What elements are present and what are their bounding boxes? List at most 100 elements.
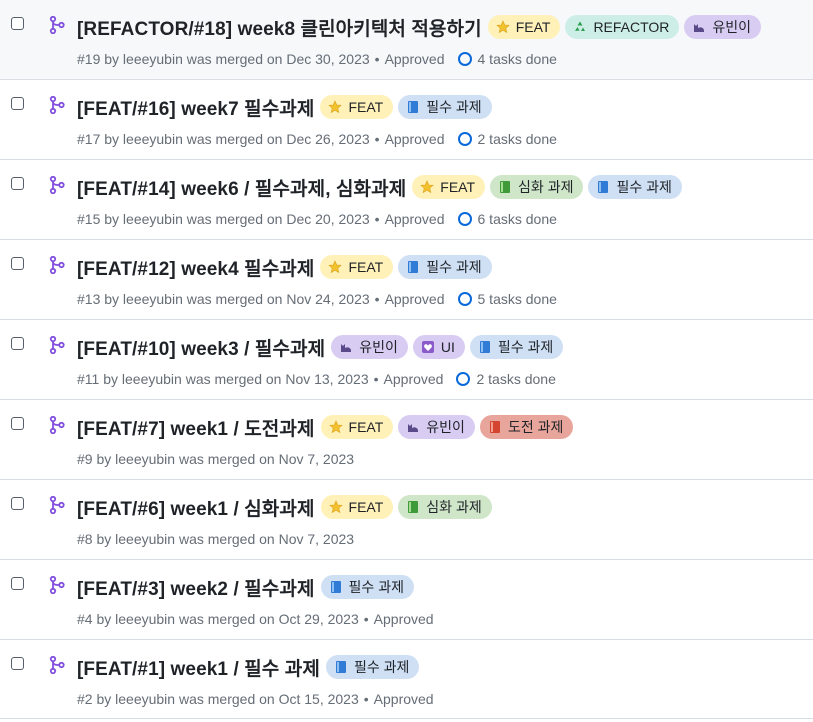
- label-text: 심화 과제: [426, 499, 482, 515]
- select-checkbox[interactable]: [11, 497, 24, 510]
- task-progress-icon: [456, 372, 471, 386]
- pr-title-line: [FEAT/#14] week6 / 필수과제, 심화과제 FEAT 심화 과제…: [77, 172, 805, 202]
- label-yubin[interactable]: 유빈이: [684, 15, 762, 39]
- pr-merged-info: by leeeyubin was merged on Oct 29, 2023: [96, 611, 359, 627]
- label-ui[interactable]: UI: [412, 335, 465, 359]
- select-checkbox[interactable]: [11, 17, 24, 30]
- pr-number: #15: [77, 211, 101, 227]
- pull-request-row[interactable]: [FEAT/#6] week1 / 심화과제 FEAT 심화 과제 #8 by …: [0, 480, 813, 560]
- star-icon: [420, 180, 435, 194]
- label-feat[interactable]: FEAT: [320, 255, 394, 279]
- pr-meta: #19 by leeeyubin was merged on Dec 30, 2…: [77, 51, 557, 67]
- pr-title-line: [REFACTOR/#18] week8 클린아키텍처 적용하기 FEAT RE…: [77, 12, 805, 42]
- pr-number: #8: [77, 531, 93, 547]
- blue-book-icon: [406, 260, 420, 274]
- git-merge-icon: [49, 495, 65, 515]
- pr-title-link[interactable]: [FEAT/#3] week2 / 필수과제: [77, 574, 315, 601]
- git-merge-icon: [49, 335, 65, 355]
- label-challenge[interactable]: 도전 과제: [479, 415, 574, 439]
- pr-title-link[interactable]: [FEAT/#7] week1 / 도전과제: [77, 414, 315, 441]
- label-yubin[interactable]: 유빈이: [331, 335, 408, 359]
- green-book-icon: [498, 180, 512, 194]
- label-advanced[interactable]: 심화 과제: [398, 495, 492, 519]
- label-feat[interactable]: FEAT: [487, 15, 561, 39]
- label-feat[interactable]: FEAT: [320, 495, 394, 519]
- task-progress: 4 tasks done: [455, 51, 557, 67]
- review-status[interactable]: Approved: [385, 51, 445, 67]
- label-text: FEAT: [348, 499, 384, 515]
- task-progress-text: 5 tasks done: [477, 291, 557, 307]
- task-progress-icon: [457, 292, 472, 306]
- select-checkbox[interactable]: [11, 337, 24, 350]
- label-feat[interactable]: FEAT: [412, 175, 486, 199]
- task-progress: 2 tasks done: [455, 131, 557, 147]
- pr-merged-info: by leeeyubin was merged on Dec 26, 2023: [104, 131, 370, 147]
- review-status[interactable]: Approved: [384, 371, 444, 387]
- label-text: 필수 과제: [497, 339, 554, 355]
- label-text: UI: [440, 339, 455, 355]
- review-status[interactable]: Approved: [374, 611, 434, 627]
- pull-request-row[interactable]: [REFACTOR/#18] week8 클린아키텍처 적용하기 FEAT RE…: [0, 0, 813, 80]
- label-required[interactable]: 필수 과제: [469, 335, 564, 359]
- pull-request-row[interactable]: [FEAT/#14] week6 / 필수과제, 심화과제 FEAT 심화 과제…: [0, 160, 813, 240]
- label-feat[interactable]: FEAT: [320, 95, 394, 119]
- pull-request-row[interactable]: [FEAT/#1] week1 / 필수 과제 필수 과제 #2 by leee…: [0, 640, 813, 719]
- label-text: 필수 과제: [616, 179, 672, 195]
- select-checkbox[interactable]: [11, 657, 24, 670]
- pr-merged-info: by leeeyubin was merged on Nov 13, 2023: [103, 371, 369, 387]
- pr-number: #13: [77, 291, 101, 307]
- pull-request-row[interactable]: [FEAT/#12] week4 필수과제 FEAT 필수 과제 #13 by …: [0, 240, 813, 320]
- star-icon: [328, 420, 343, 434]
- pr-number: #4: [77, 611, 93, 627]
- label-text: FEAT: [440, 179, 476, 195]
- label-required[interactable]: 필수 과제: [398, 255, 492, 279]
- select-checkbox[interactable]: [11, 97, 24, 110]
- pr-title-link[interactable]: [FEAT/#6] week1 / 심화과제: [77, 494, 315, 521]
- select-checkbox[interactable]: [11, 257, 24, 270]
- separator-dot: •: [374, 131, 380, 147]
- star-icon: [328, 100, 343, 114]
- label-required[interactable]: 필수 과제: [398, 95, 492, 119]
- select-checkbox[interactable]: [11, 577, 24, 590]
- label-feat[interactable]: FEAT: [320, 415, 394, 439]
- pr-title-link[interactable]: [FEAT/#16] week7 필수과제: [77, 94, 314, 121]
- label-text: 심화 과제: [518, 179, 574, 195]
- separator-dot: •: [363, 611, 369, 627]
- pr-title-link[interactable]: [REFACTOR/#18] week8 클린아키텍처 적용하기: [77, 14, 482, 41]
- pr-title-line: [FEAT/#1] week1 / 필수 과제 필수 과제: [77, 652, 805, 682]
- heart-icon: [421, 340, 435, 354]
- label-text: 필수 과제: [426, 259, 482, 275]
- pr-title-link[interactable]: [FEAT/#10] week3 / 필수과제: [77, 334, 325, 361]
- pr-meta: #11 by leeeyubin was merged on Nov 13, 2…: [77, 371, 556, 387]
- pr-merged-info: by leeeyubin was merged on Nov 7, 2023: [96, 451, 355, 467]
- separator-dot: •: [374, 211, 380, 227]
- review-status[interactable]: Approved: [385, 291, 445, 307]
- pull-request-row[interactable]: [FEAT/#7] week1 / 도전과제 FEAT 유빈이 도전 과제 #9…: [0, 400, 813, 480]
- pr-merged-info: by leeeyubin was merged on Nov 7, 2023: [96, 531, 355, 547]
- label-text: FEAT: [348, 99, 384, 115]
- label-required[interactable]: 필수 과제: [320, 575, 414, 599]
- pr-title-line: [FEAT/#16] week7 필수과제 FEAT 필수 과제: [77, 92, 805, 122]
- pull-request-row[interactable]: [FEAT/#3] week2 / 필수과제 필수 과제 #4 by leeey…: [0, 560, 813, 640]
- label-required[interactable]: 필수 과제: [588, 175, 682, 199]
- pull-request-row[interactable]: [FEAT/#16] week7 필수과제 FEAT 필수 과제 #17 by …: [0, 80, 813, 160]
- pr-title-link[interactable]: [FEAT/#14] week6 / 필수과제, 심화과제: [77, 174, 406, 201]
- label-yubin[interactable]: 유빈이: [398, 415, 475, 439]
- review-status[interactable]: Approved: [385, 131, 445, 147]
- review-status[interactable]: Approved: [374, 691, 434, 707]
- pr-title-line: [FEAT/#10] week3 / 필수과제 유빈이 UI 필수 과제: [77, 332, 805, 362]
- pr-title-link[interactable]: [FEAT/#1] week1 / 필수 과제: [77, 654, 320, 681]
- pr-meta: #13 by leeeyubin was merged on Nov 24, 2…: [77, 291, 557, 307]
- select-checkbox[interactable]: [11, 417, 24, 430]
- label-refactor[interactable]: REFACTOR: [565, 15, 680, 39]
- pull-request-row[interactable]: [FEAT/#10] week3 / 필수과제 유빈이 UI 필수 과제 #11…: [0, 320, 813, 400]
- task-progress-text: 6 tasks done: [477, 211, 557, 227]
- pr-merged-info: by leeeyubin was merged on Oct 15, 2023: [96, 691, 359, 707]
- git-merge-icon: [49, 15, 65, 35]
- label-text: 유빈이: [426, 419, 465, 435]
- label-advanced[interactable]: 심화 과제: [490, 175, 584, 199]
- select-checkbox[interactable]: [11, 177, 24, 190]
- pr-title-link[interactable]: [FEAT/#12] week4 필수과제: [77, 254, 314, 281]
- label-required[interactable]: 필수 과제: [325, 655, 420, 679]
- review-status[interactable]: Approved: [385, 211, 445, 227]
